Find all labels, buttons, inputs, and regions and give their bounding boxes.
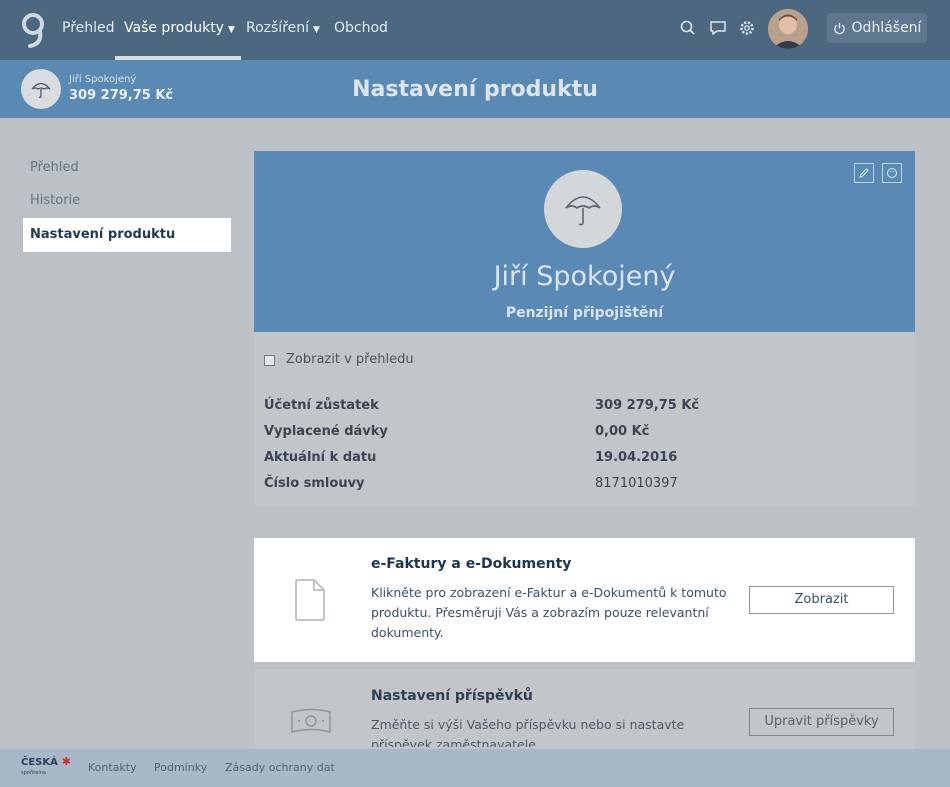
sidebar-item-historie[interactable]: Historie <box>23 184 231 218</box>
bank-logo-subtext: spořitelna <box>21 770 46 776</box>
footer <box>0 749 950 787</box>
nav-item-label: Rozšíření <box>246 20 310 36</box>
einvoices-title: e-Faktury a e-Dokumenty <box>371 556 572 572</box>
logout-label: Odhlášení <box>851 20 922 36</box>
power-icon <box>833 22 845 34</box>
chevron-down-icon: ▼ <box>313 25 320 35</box>
edit-button[interactable] <box>854 163 874 183</box>
product-type: Penzijní připojištění <box>505 305 664 321</box>
footer-link-kontakty[interactable]: Kontakty <box>88 761 137 774</box>
bank-logo-text: ČESKÁ <box>21 757 58 768</box>
detail-value: 19.04.2016 <box>595 450 678 465</box>
sidebar-item-prehled[interactable]: Přehled <box>23 151 231 185</box>
show-in-overview-label[interactable]: Zobrazit v přehledu <box>286 352 414 367</box>
detail-label: Aktuální k datu <box>264 450 377 465</box>
avatar[interactable] <box>768 9 808 49</box>
product-icon-circle <box>544 170 622 248</box>
detail-label: Číslo smlouvy <box>264 476 365 491</box>
nav-item-obchod[interactable]: Obchod <box>334 20 388 36</box>
search-icon[interactable] <box>679 19 697 37</box>
palette-icon <box>887 168 897 178</box>
footer-link-podminky[interactable]: Podmínky <box>154 761 207 774</box>
product-owner-name: Jiří Spokojený <box>493 261 676 292</box>
gear-icon[interactable] <box>738 19 756 37</box>
detail-label: Vyplacené dávky <box>264 424 388 439</box>
document-icon <box>295 579 325 621</box>
nav-item-label: Vaše produkty <box>124 20 224 36</box>
bank-logo[interactable]: ČESKÁ ✱ spořitelna <box>21 755 71 778</box>
detail-label: Účetní zůstatek <box>264 398 379 413</box>
bank-logo-mark-icon: ✱ <box>57 755 71 768</box>
logo-icon[interactable] <box>20 12 48 48</box>
detail-value: 8171010397 <box>595 476 678 491</box>
chevron-down-icon: ▼ <box>227 25 235 35</box>
nav-item-vase-produkty[interactable]: Vaše produkty ▼ <box>124 20 235 36</box>
umbrella-icon <box>565 196 601 226</box>
footer-link-zasady[interactable]: Zásady ochrany dat <box>225 761 335 774</box>
nav-item-rozsireni[interactable]: Rozšíření ▼ <box>246 20 320 36</box>
contributions-title: Nastavení příspěvků <box>371 688 533 704</box>
banknote-icon <box>291 708 331 733</box>
edit-contributions-button[interactable]: Upravit příspěvky <box>749 708 894 736</box>
pencil-icon <box>859 168 869 178</box>
logout-button[interactable]: Odhlášení <box>827 13 927 43</box>
color-button[interactable] <box>882 163 902 183</box>
detail-value: 309 279,75 Kč <box>595 398 700 413</box>
page-title: Nastavení produktu <box>352 77 598 102</box>
show-in-overview-checkbox[interactable] <box>264 355 275 366</box>
detail-value: 0,00 Kč <box>595 424 650 439</box>
einvoices-description: Klikněte pro zobrazení e-Faktur a e-Doku… <box>371 585 727 640</box>
chat-icon[interactable] <box>709 19 727 37</box>
sidebar-item-nastaveni-produktu[interactable]: Nastavení produktu <box>23 218 231 252</box>
contributions-description: Změňte si výši Vašeho příspěvku nebo si … <box>371 717 685 747</box>
avatar-photo <box>768 9 808 49</box>
nav-item-prehled[interactable]: Přehled <box>62 20 115 36</box>
show-documents-button[interactable]: Zobrazit <box>749 586 894 614</box>
